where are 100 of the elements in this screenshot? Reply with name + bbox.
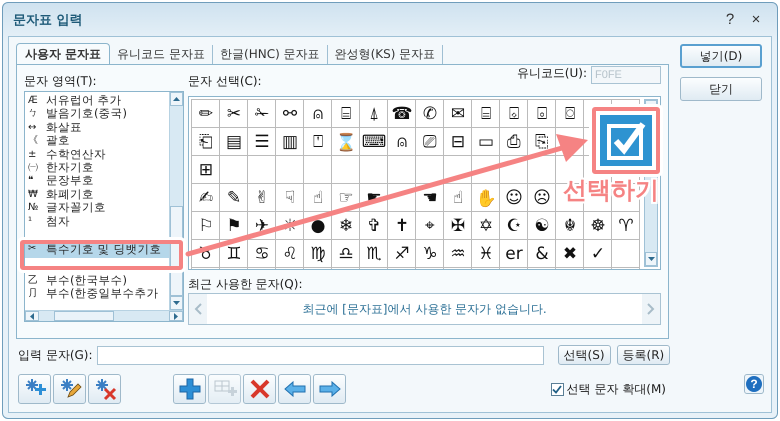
character-cell[interactable]: ☝: [444, 184, 472, 212]
character-cell[interactable]: ⌻: [528, 100, 556, 128]
list-item[interactable]: ₩ 화폐기호: [28, 188, 169, 202]
dialog-button[interactable]: 닫기: [680, 77, 762, 101]
character-cell[interactable]: ✝: [388, 212, 416, 240]
vertical-scrollbar[interactable]: [169, 92, 183, 310]
help-button[interactable]: ?: [746, 376, 762, 392]
character-cell[interactable]: ☸: [584, 212, 612, 240]
character-cell[interactable]: ▭: [472, 128, 500, 156]
list-item[interactable]: ㈠ 한자기호: [28, 160, 169, 174]
scroll-down-icon[interactable]: [173, 301, 180, 305]
help-button[interactable]: ?: [717, 11, 743, 28]
character-cell[interactable]: ♍: [304, 240, 332, 268]
character-cell[interactable]: ❄: [332, 212, 360, 240]
character-cell[interactable]: ✈: [248, 212, 276, 240]
character-cell[interactable]: ⎚: [416, 128, 444, 156]
character-cell[interactable]: ✂: [220, 100, 248, 128]
character-cell[interactable]: ⍝: [304, 100, 332, 128]
character-cell[interactable]: ⚐: [192, 212, 220, 240]
character-cell[interactable]: ✏: [192, 100, 220, 128]
character-cell[interactable]: ♋: [248, 240, 276, 268]
character-cell[interactable]: ☹: [528, 184, 556, 212]
list-item[interactable]: ↔ 화살표: [28, 120, 169, 134]
category-list[interactable]: Æ 서유럽어 추가 ㄅ 발음기호(중국) ↔ 화살표 《 괄호 ± 수학연산자 ㈠ 한자기호 ❝ 문장부호 ₩ 화폐기호 № 글자꼴기호 ¹ 첨자 ✂ 특수기호 및 딩뱃기호 乙 부수(한국부수) ⺆ 부수(한중일부수추가: [24, 91, 184, 322]
character-cell[interactable]: ▥: [276, 128, 304, 156]
character-cell[interactable]: ♎: [332, 240, 360, 268]
character-cell[interactable]: ●: [304, 212, 332, 240]
toolbar-button[interactable]: [18, 374, 51, 404]
character-cell[interactable]: ✡: [472, 212, 500, 240]
toolbar-button[interactable]: [173, 374, 206, 404]
character-cell[interactable]: ☪: [500, 212, 528, 240]
character-cell[interactable]: ⌺: [500, 100, 528, 128]
character-cell[interactable]: ✓: [584, 240, 612, 268]
character-cell[interactable]: ▤: [220, 128, 248, 156]
scroll-up-icon[interactable]: [173, 97, 180, 101]
character-cell[interactable]: ✆: [416, 100, 444, 128]
list-item[interactable]: 乙 부수(한국부수): [28, 274, 169, 288]
character-cell[interactable]: ✎: [220, 184, 248, 212]
character-cell[interactable]: ☯: [528, 212, 556, 240]
character-cell[interactable]: ⎗: [192, 128, 220, 156]
character-cell[interactable]: ♐: [388, 240, 416, 268]
list-item[interactable]: ❝ 문장부호: [28, 174, 169, 188]
character-cell[interactable]: ⚯: [276, 100, 304, 128]
character-cell[interactable]: ⌸: [332, 100, 360, 128]
character-cell[interactable]: ✍: [192, 184, 220, 212]
input-field[interactable]: [96, 346, 544, 364]
character-cell[interactable]: ⎘: [528, 128, 556, 156]
character-cell[interactable]: ⌖: [416, 212, 444, 240]
dialog-button[interactable]: 넣기(D): [680, 44, 762, 68]
character-cell[interactable]: ⍝: [388, 128, 416, 156]
character-cell[interactable]: ⍋: [360, 100, 388, 128]
character-cell[interactable]: &: [528, 240, 556, 268]
character-cell[interactable]: ✌: [248, 184, 276, 212]
action-button[interactable]: 선택(S): [558, 345, 611, 365]
character-cell[interactable]: er: [500, 240, 528, 268]
list-item[interactable]: 《 괄호: [28, 134, 169, 148]
character-cell[interactable]: ⌼: [556, 100, 584, 128]
character-cell[interactable]: ♊: [220, 240, 248, 268]
horizontal-scrollbar[interactable]: [25, 310, 183, 321]
character-cell[interactable]: ⌨: [360, 128, 388, 156]
character-cell[interactable]: ⊟: [444, 128, 472, 156]
toolbar-button[interactable]: [53, 374, 86, 404]
tab[interactable]: 사용자 문자표: [16, 43, 110, 64]
character-cell[interactable]: ♏: [360, 240, 388, 268]
character-cell[interactable]: ♈: [612, 212, 640, 240]
list-item[interactable]: ⺆ 부수(한중일부수추가: [28, 287, 169, 301]
character-cell[interactable]: ⊞: [192, 156, 220, 184]
scroll-left-icon[interactable]: [30, 312, 34, 320]
scrollbar-thumb[interactable]: [54, 311, 114, 321]
toolbar-button[interactable]: [243, 374, 276, 404]
toolbar-button[interactable]: [278, 374, 311, 404]
character-cell[interactable]: ⎙: [500, 128, 528, 156]
character-cell[interactable]: ✖: [556, 240, 584, 268]
character-cell[interactable]: ☰: [248, 128, 276, 156]
scroll-right-icon[interactable]: [174, 312, 178, 320]
character-cell[interactable]: ✠: [444, 212, 472, 240]
character-cell[interactable]: ☺: [500, 184, 528, 212]
action-button[interactable]: 등록(R): [616, 345, 670, 365]
list-item[interactable]: ± 수학연산자: [28, 148, 169, 161]
list-item[interactable]: ㄅ 발음기호(중국): [28, 107, 169, 121]
close-button[interactable]: ×: [743, 11, 769, 28]
character-cell[interactable]: ☟: [276, 184, 304, 212]
toolbar-button[interactable]: [88, 374, 121, 404]
character-cell[interactable]: ♑: [416, 240, 444, 268]
character-cell[interactable]: ☞: [332, 184, 360, 212]
character-cell[interactable]: ✞: [360, 212, 388, 240]
character-cell[interactable]: ♌: [276, 240, 304, 268]
character-cell[interactable]: ✉: [444, 100, 472, 128]
character-cell[interactable]: ☬: [556, 212, 584, 240]
list-item[interactable]: ¹ 첨자: [28, 214, 169, 228]
character-cell[interactable]: ⌸: [472, 100, 500, 128]
character-cell[interactable]: ☚: [416, 184, 444, 212]
character-cell[interactable]: ♒: [444, 240, 472, 268]
toolbar-button[interactable]: [313, 374, 346, 404]
list-item[interactable]: № 글자꼴기호: [28, 201, 169, 215]
scroll-down-icon[interactable]: [648, 257, 654, 261]
checkbox[interactable]: [550, 382, 564, 396]
list-item[interactable]: Æ 서유럽어 추가: [28, 94, 169, 108]
character-cell[interactable]: ☎: [388, 100, 416, 128]
character-cell[interactable]: ☝: [304, 184, 332, 212]
